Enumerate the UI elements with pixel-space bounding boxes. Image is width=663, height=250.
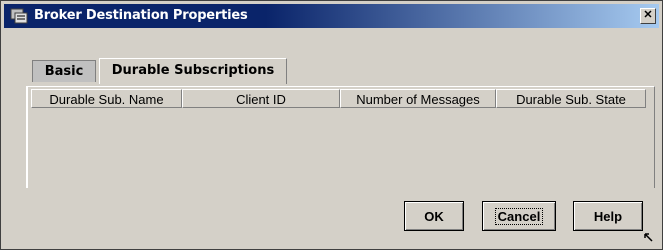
tab-durable-subscriptions[interactable]: Durable Subscriptions (99, 58, 287, 84)
tab-basic[interactable]: Basic (32, 60, 96, 82)
column-header-number-of-messages[interactable]: Number of Messages (340, 89, 496, 108)
column-header-client-id[interactable]: Client ID (182, 89, 340, 108)
column-header-durable-sub-state[interactable]: Durable Sub. State (496, 89, 646, 108)
resize-grip-icon[interactable] (644, 233, 654, 243)
dialog-window: Broker Destination Properties ✕ Basic Du… (0, 0, 663, 250)
ok-button-label: OK (424, 209, 444, 224)
close-icon[interactable]: ✕ (640, 8, 656, 24)
help-button[interactable]: Help (573, 201, 643, 231)
table-header: Durable Sub. Name Client ID Number of Me… (31, 89, 646, 109)
ok-button[interactable]: OK (404, 201, 464, 231)
cancel-button[interactable]: Cancel (482, 201, 556, 231)
cancel-button-label: Cancel (494, 208, 544, 225)
window-title: Broker Destination Properties (34, 8, 248, 23)
properties-icon (10, 8, 28, 24)
title-bar[interactable]: Broker Destination Properties ✕ (4, 4, 659, 28)
column-header-durable-sub-name[interactable]: Durable Sub. Name (31, 89, 182, 108)
help-button-label: Help (593, 209, 623, 224)
